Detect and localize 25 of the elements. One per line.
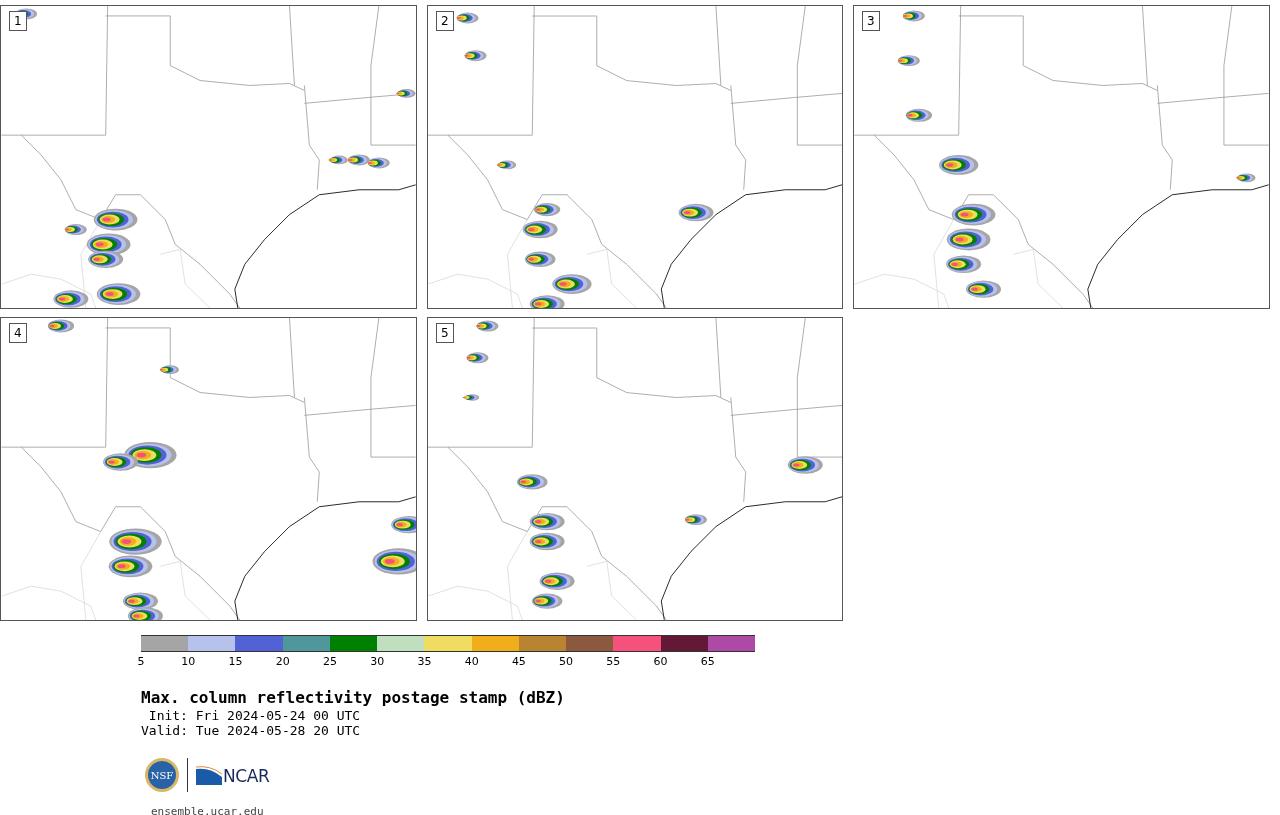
- colorbar-tick-label: 30: [370, 655, 385, 669]
- init-time: Init: Fri 2024-05-24 00 UTC: [147, 708, 361, 723]
- colorbar-tick-label: 25: [322, 655, 337, 669]
- colorbar-tick-label: 5: [137, 655, 145, 669]
- colorbar-tick-label: 35: [417, 655, 432, 669]
- ncar-logo: NCAR: [196, 765, 270, 785]
- chart-title: Max. column reflectivity postage stamp (dBZ): [141, 688, 565, 708]
- colorbar-tick-label: 65: [700, 655, 715, 669]
- colorbar-tick-label: 55: [606, 655, 621, 669]
- footer-url: ensemble.ucar.edu: [151, 805, 264, 815]
- colorbar-tick-label: 45: [511, 655, 526, 669]
- panel-label: 4: [9, 323, 27, 343]
- nsf-logo: NSF: [145, 758, 179, 792]
- colorbar-tick-label: 50: [559, 655, 574, 669]
- valid-time: Valid: Tue 2024-05-28 20 UTC: [141, 723, 361, 738]
- colorbar-tick-label: 15: [228, 655, 243, 669]
- panel-label: 5: [436, 323, 454, 343]
- ncar-swoosh-icon: [196, 765, 222, 785]
- colorbar-tick-label: 60: [653, 655, 668, 669]
- colorbar-tick-label: 40: [464, 655, 479, 669]
- panel-label: 1: [9, 11, 27, 31]
- panel-label: 3: [862, 11, 880, 31]
- colorbar-tick-label: 10: [181, 655, 196, 669]
- colorbar-tick-label: 20: [275, 655, 290, 669]
- panel-label: 2: [436, 11, 454, 31]
